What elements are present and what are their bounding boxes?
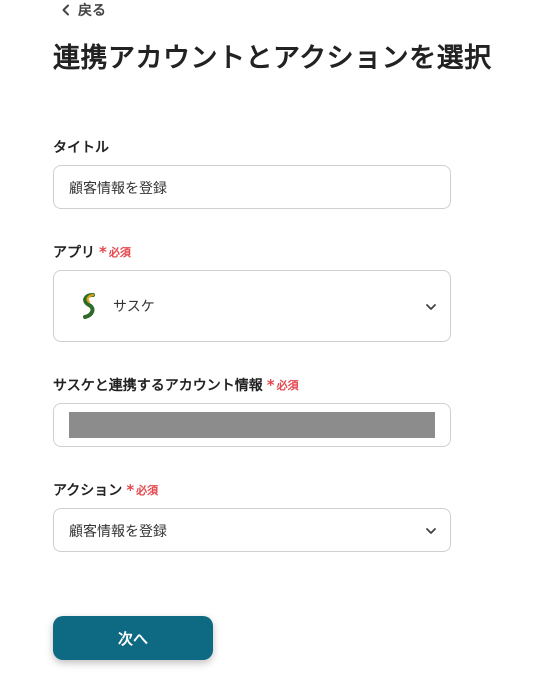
chevron-down-icon <box>426 304 436 310</box>
title-label-text: タイトル <box>53 140 109 156</box>
account-field-label: サスケと連携するアカウント情報 * 必須 <box>53 375 299 395</box>
action-field-label: アクション * 必須 <box>53 480 158 500</box>
account-select[interactable] <box>53 403 451 447</box>
app-field-label: アプリ * 必須 <box>53 242 131 262</box>
asterisk-icon: * <box>266 375 275 394</box>
back-label: 戻る <box>78 3 106 19</box>
asterisk-icon: * <box>126 480 135 499</box>
app-label-text: アプリ <box>53 245 95 261</box>
asterisk-icon: * <box>99 242 107 261</box>
title-input[interactable]: 顧客情報を登録 <box>53 165 451 209</box>
required-text: 必須 <box>136 484 159 497</box>
title-field-label: タイトル <box>53 137 109 157</box>
chevron-down-icon <box>426 528 436 534</box>
app-select-value: サスケ <box>113 299 155 315</box>
action-label-text: アクション <box>53 483 123 499</box>
required-badge: * 必須 <box>126 482 158 498</box>
back-link[interactable]: 戻る <box>60 0 106 20</box>
next-button[interactable]: 次へ <box>53 616 213 660</box>
required-text: 必須 <box>108 246 131 259</box>
required-text: 必須 <box>276 379 299 392</box>
action-select[interactable]: 顧客情報を登録 <box>53 508 451 552</box>
title-input-value: 顧客情報を登録 <box>69 181 167 197</box>
action-select-value: 顧客情報を登録 <box>69 524 167 540</box>
chevron-left-icon <box>62 4 69 16</box>
saske-logo-icon <box>83 293 95 319</box>
required-badge: * 必須 <box>267 377 299 393</box>
page-title: 連携アカウントとアクションを選択 <box>53 43 492 74</box>
redacted-account-value <box>69 412 435 438</box>
account-label-text: サスケと連携するアカウント情報 <box>53 378 263 394</box>
app-select[interactable]: サスケ <box>53 270 451 342</box>
required-badge: * 必須 <box>99 244 131 260</box>
